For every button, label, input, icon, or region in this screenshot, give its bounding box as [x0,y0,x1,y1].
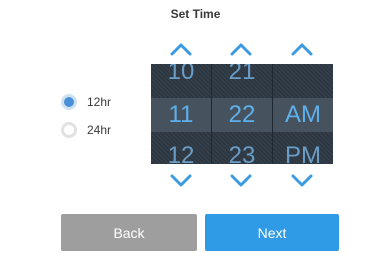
hour-wheel[interactable]: 10 11 12 [151,64,211,164]
period-wheel[interactable]: AM PM [273,64,333,164]
minute-current[interactable]: 22 [212,98,272,132]
minute-down-icon[interactable] [229,174,253,188]
back-button[interactable]: Back [61,214,197,251]
radio-24hr[interactable] [61,122,77,138]
minute-wheel[interactable]: 21 22 23 [212,64,272,164]
period-down-icon[interactable] [290,174,314,188]
period-shade-top [273,64,333,98]
radio-24hr-label: 24hr [87,123,112,137]
format-option-12hr[interactable]: 12hr [61,94,111,110]
hour-next[interactable]: 12 [151,139,211,164]
hour-current[interactable]: 11 [151,98,211,132]
period-next[interactable]: PM [273,139,333,164]
period-up-icon[interactable] [290,42,314,56]
dialog-title: Set Time [170,7,221,21]
period-current[interactable]: AM [273,98,333,132]
radio-12hr-label: 12hr [87,95,112,109]
hour-prev[interactable]: 10 [151,64,211,89]
minute-next[interactable]: 23 [212,139,272,164]
hour-down-icon[interactable] [169,174,193,188]
next-button[interactable]: Next [205,214,339,251]
minute-prev[interactable]: 21 [212,64,272,89]
radio-12hr[interactable] [61,94,77,110]
minute-up-icon[interactable] [229,42,253,56]
hour-up-icon[interactable] [169,42,193,56]
format-option-24hr[interactable]: 24hr [61,122,111,138]
